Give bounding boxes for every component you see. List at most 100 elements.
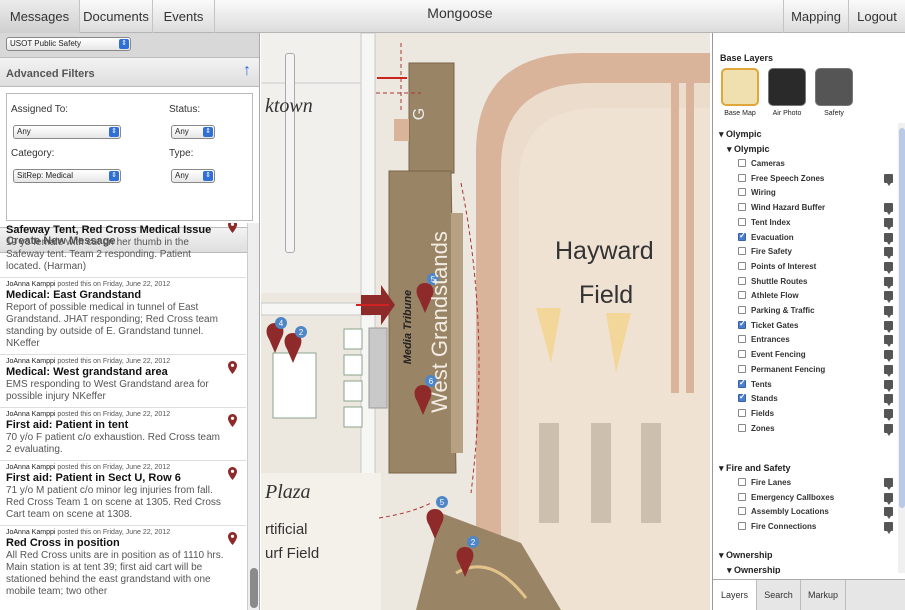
layer-item[interactable]: Shuttle Routes: [738, 276, 893, 291]
layer-checkbox[interactable]: [738, 378, 746, 388]
group-olympic[interactable]: ▾ Olympic: [719, 129, 762, 140]
status-select[interactable]: Any ⇕: [171, 125, 215, 139]
list-item[interactable]: JoAnna Kamppi posted this on Friday, Jun…: [0, 408, 246, 461]
org-select[interactable]: USOT Public Safety ⇕: [6, 37, 131, 51]
legend-tooltip-icon[interactable]: [884, 276, 893, 289]
legend-tooltip-icon[interactable]: [884, 335, 893, 348]
layer-item[interactable]: Event Fencing: [738, 350, 893, 364]
layer-checkbox[interactable]: [738, 392, 746, 403]
legend-tooltip-icon[interactable]: [884, 217, 893, 230]
legend-tooltip-icon[interactable]: [884, 478, 893, 490]
legend-tooltip-icon[interactable]: [884, 261, 893, 274]
group-fire-and-safety[interactable]: ▾ Fire and Safety: [719, 463, 791, 474]
scrollbar-thumb[interactable]: [250, 568, 258, 608]
layer-checkbox[interactable]: [738, 261, 746, 270]
group-ownership[interactable]: ▾ Ownership: [719, 550, 773, 561]
layer-item[interactable]: Tents: [738, 378, 893, 394]
subgroup-ownership[interactable]: ▾ Ownership: [727, 565, 781, 574]
layer-item[interactable]: Cameras: [738, 159, 893, 173]
safety-thumb[interactable]: [815, 68, 853, 106]
list-item[interactable]: JoAnna Kamppi posted this on Friday, Jun…: [0, 355, 246, 408]
list-item[interactable]: JoAnna Kamppi posted this on Friday, Jun…: [0, 461, 246, 526]
layer-checkbox[interactable]: [738, 203, 746, 212]
layer-item[interactable]: Emergency Callboxes: [738, 492, 893, 507]
logout-button[interactable]: Logout: [849, 0, 905, 33]
legend-tooltip-icon[interactable]: [884, 203, 893, 216]
tab-events[interactable]: Events: [153, 0, 215, 33]
layer-item[interactable]: Wiring: [738, 188, 893, 202]
layer-item[interactable]: Stands: [738, 392, 893, 408]
assigned-select[interactable]: Any ⇕: [13, 125, 121, 139]
map-view[interactable]: 4 2 5 6 5 2 ktown Hayward Field G West G…: [261, 33, 710, 610]
map-marker-4[interactable]: 4: [266, 317, 287, 353]
map-pin-icon[interactable]: [228, 532, 237, 545]
layer-checkbox[interactable]: [738, 173, 746, 182]
layer-item[interactable]: Permanent Fencing: [738, 364, 893, 379]
legend-tooltip-icon[interactable]: [884, 173, 893, 186]
layer-checkbox[interactable]: [738, 478, 746, 486]
layer-checkbox[interactable]: [738, 335, 746, 344]
layer-item[interactable]: Ticket Gates: [738, 319, 893, 335]
tab-documents[interactable]: Documents: [80, 0, 153, 33]
layer-checkbox[interactable]: [738, 522, 746, 531]
tab-layers[interactable]: Layers: [713, 580, 757, 610]
tab-markup[interactable]: Markup: [801, 580, 846, 610]
layer-checkbox[interactable]: [738, 319, 746, 329]
layer-checkbox[interactable]: [738, 276, 746, 285]
layer-checkbox[interactable]: [738, 159, 746, 167]
layer-item[interactable]: Free Speech Zones: [738, 173, 893, 188]
layers-scrollbar[interactable]: [898, 123, 905, 573]
layer-checkbox[interactable]: [738, 291, 746, 300]
tab-mapping[interactable]: Mapping: [783, 0, 849, 33]
legend-tooltip-icon[interactable]: [884, 507, 893, 520]
subgroup-olympic[interactable]: ▾ Olympic: [727, 144, 770, 155]
layer-checkbox[interactable]: [738, 408, 746, 417]
legend-tooltip-icon[interactable]: [884, 247, 893, 260]
air-photo-thumb[interactable]: [768, 68, 806, 106]
zoom-slider[interactable]: [285, 53, 295, 253]
legend-tooltip-icon[interactable]: [884, 291, 893, 304]
layer-checkbox[interactable]: [738, 423, 746, 432]
layer-item[interactable]: Tent Index: [738, 217, 893, 232]
layer-checkbox[interactable]: [738, 350, 746, 359]
legend-tooltip-icon[interactable]: [884, 492, 893, 505]
category-select[interactable]: SitRep: Medical ⇕: [13, 169, 121, 183]
layer-item[interactable]: Entrances: [738, 335, 893, 349]
layer-checkbox[interactable]: [738, 306, 746, 314]
layer-checkbox[interactable]: [738, 231, 746, 241]
tab-messages[interactable]: Messages: [0, 0, 80, 33]
layer-item[interactable]: Fire Lanes: [738, 478, 893, 492]
legend-tooltip-icon[interactable]: [884, 364, 893, 377]
type-select[interactable]: Any ⇕: [171, 169, 215, 183]
layer-checkbox[interactable]: [738, 188, 746, 197]
scrollbar-thumb[interactable]: [899, 128, 905, 508]
map-pin-icon[interactable]: [228, 361, 237, 374]
advanced-filters-header[interactable]: Advanced Filters ↑: [0, 57, 259, 87]
legend-tooltip-icon[interactable]: [884, 379, 893, 392]
list-item[interactable]: JoAnna Kamppi posted this on Friday, Jun…: [0, 526, 246, 602]
legend-tooltip-icon[interactable]: [884, 306, 893, 318]
legend-tooltip-icon[interactable]: [884, 350, 893, 363]
layer-item[interactable]: Points of Interest: [738, 261, 893, 276]
layer-checkbox[interactable]: [738, 492, 746, 501]
legend-tooltip-icon[interactable]: [884, 320, 893, 333]
tab-search[interactable]: Search: [757, 580, 801, 610]
collapse-up-arrow-icon[interactable]: ↑: [243, 62, 251, 80]
legend-tooltip-icon[interactable]: [884, 394, 893, 407]
map-pin-icon[interactable]: [228, 223, 237, 233]
map-pin-icon[interactable]: [228, 467, 237, 480]
base-map-thumb[interactable]: [721, 68, 759, 106]
layer-item[interactable]: Wind Hazard Buffer: [738, 203, 893, 217]
legend-tooltip-icon[interactable]: [884, 522, 893, 535]
layer-checkbox[interactable]: [738, 507, 746, 516]
list-item[interactable]: JoAnna Kamppi posted this on Friday, Jun…: [0, 278, 246, 355]
legend-tooltip-icon[interactable]: [884, 423, 893, 436]
layer-checkbox[interactable]: [738, 217, 746, 226]
layer-item[interactable]: Athlete Flow: [738, 291, 893, 305]
legend-tooltip-icon[interactable]: [884, 232, 893, 245]
layer-item[interactable]: Fire Connections: [738, 522, 893, 536]
layer-item[interactable]: Assembly Locations: [738, 507, 893, 521]
layer-item[interactable]: Parking & Traffic: [738, 306, 893, 320]
list-item[interactable]: Safeway Tent, Red Cross Medical Issue 19…: [0, 223, 246, 278]
legend-tooltip-icon[interactable]: [884, 408, 893, 421]
